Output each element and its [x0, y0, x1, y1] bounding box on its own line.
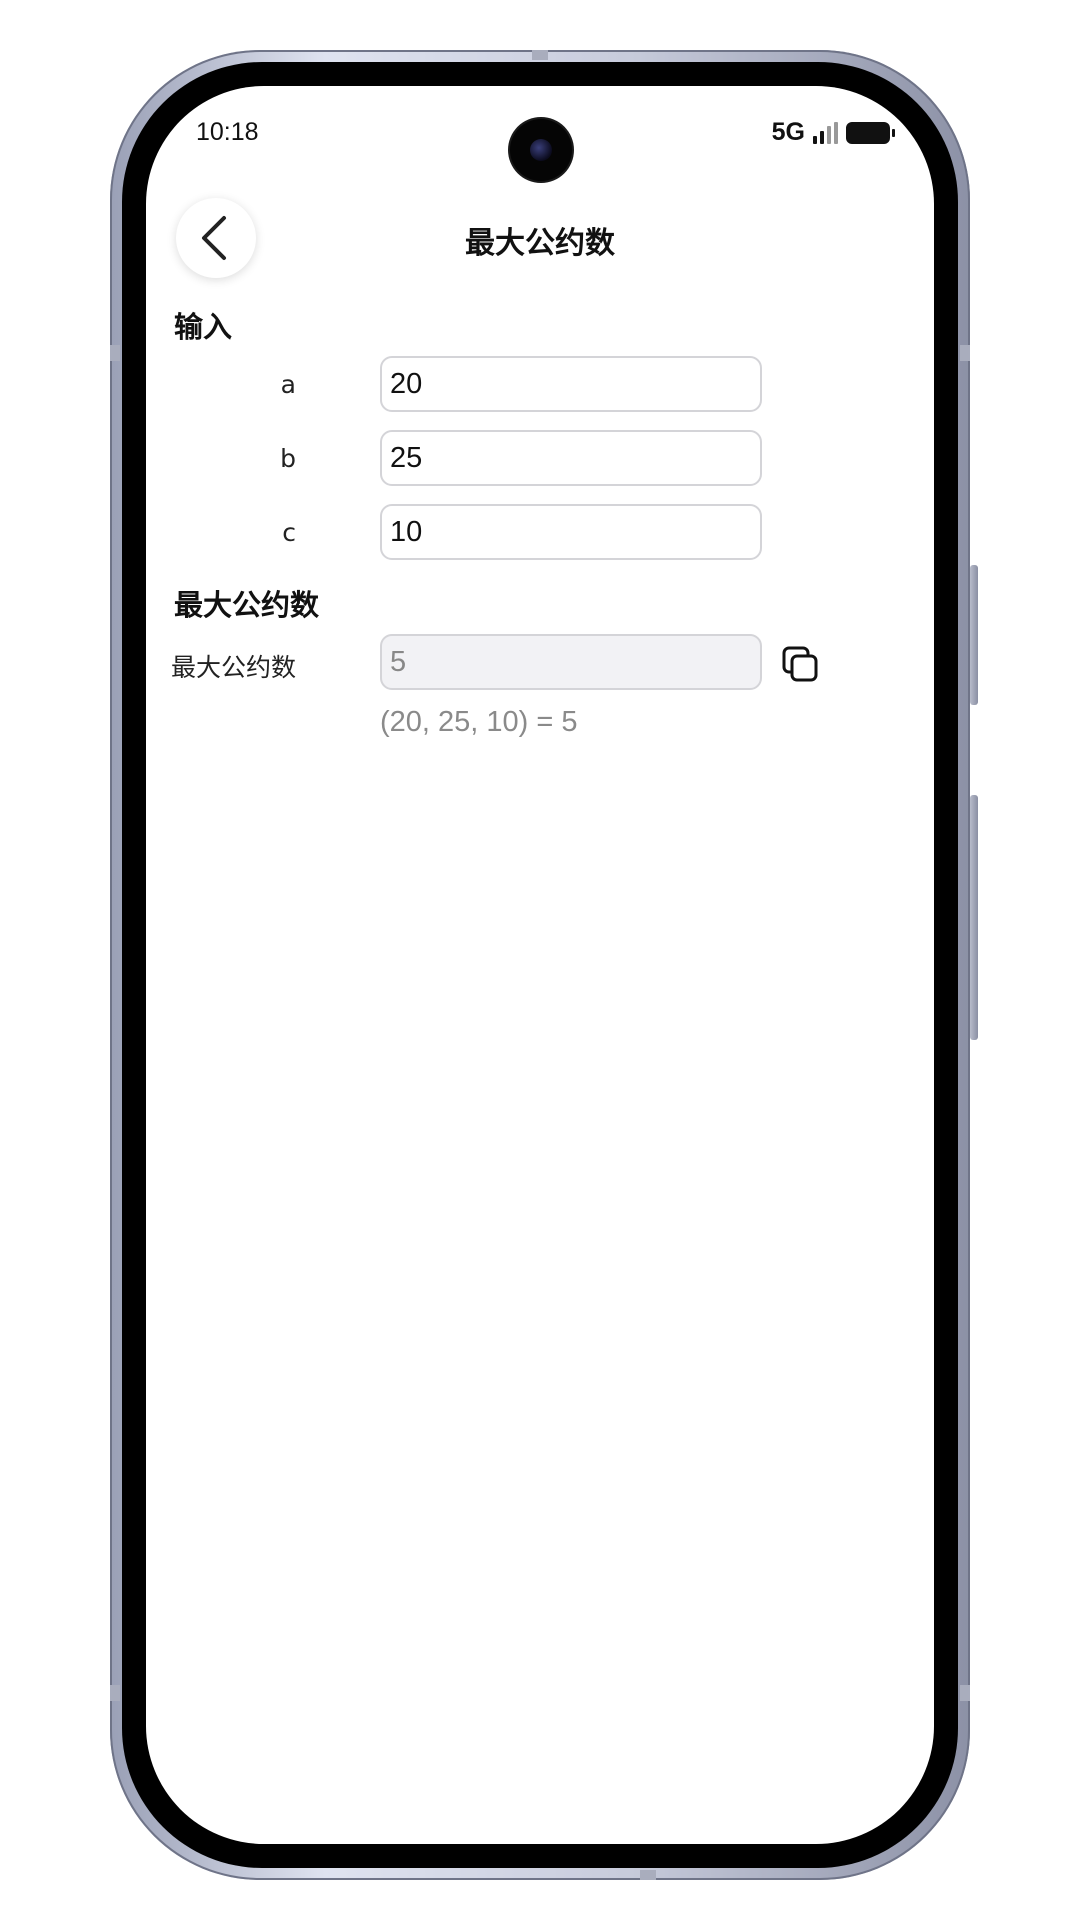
result-label: 最大公约数 [170, 653, 296, 682]
status-icons: 5G [771, 118, 895, 147]
screen: 10:18 5G 最大公约数 输入 a b c 最大公约数 [146, 86, 934, 1844]
front-camera [510, 119, 572, 181]
field-label-b: b [280, 444, 296, 473]
result-output[interactable] [380, 634, 762, 690]
input-section-heading: 输入 [174, 310, 233, 344]
status-time: 10:18 [196, 118, 259, 146]
frame-notch [640, 1870, 656, 1880]
copy-button[interactable] [776, 640, 824, 688]
power-button [970, 795, 978, 1040]
copy-icon [782, 646, 818, 682]
input-c[interactable] [380, 504, 762, 560]
frame-notch [960, 345, 970, 361]
page-title: 最大公约数 [465, 226, 615, 261]
frame-notch [960, 1685, 970, 1701]
phone-mockup: 10:18 5G 最大公约数 输入 a b c 最大公约数 [0, 0, 1080, 1920]
frame-notch [110, 345, 120, 361]
network-label: 5G [771, 118, 805, 146]
input-b[interactable] [380, 430, 762, 486]
result-formula: (20, 25, 10) = 5 [380, 706, 578, 738]
input-a[interactable] [380, 356, 762, 412]
field-label-c: c [282, 518, 296, 547]
frame-notch [532, 50, 548, 60]
volume-button [970, 565, 978, 705]
field-label-a: a [280, 370, 296, 399]
signal-icon [813, 121, 838, 144]
battery-icon [846, 121, 895, 144]
result-section-heading: 最大公约数 [174, 588, 320, 622]
frame-notch [110, 1685, 120, 1701]
